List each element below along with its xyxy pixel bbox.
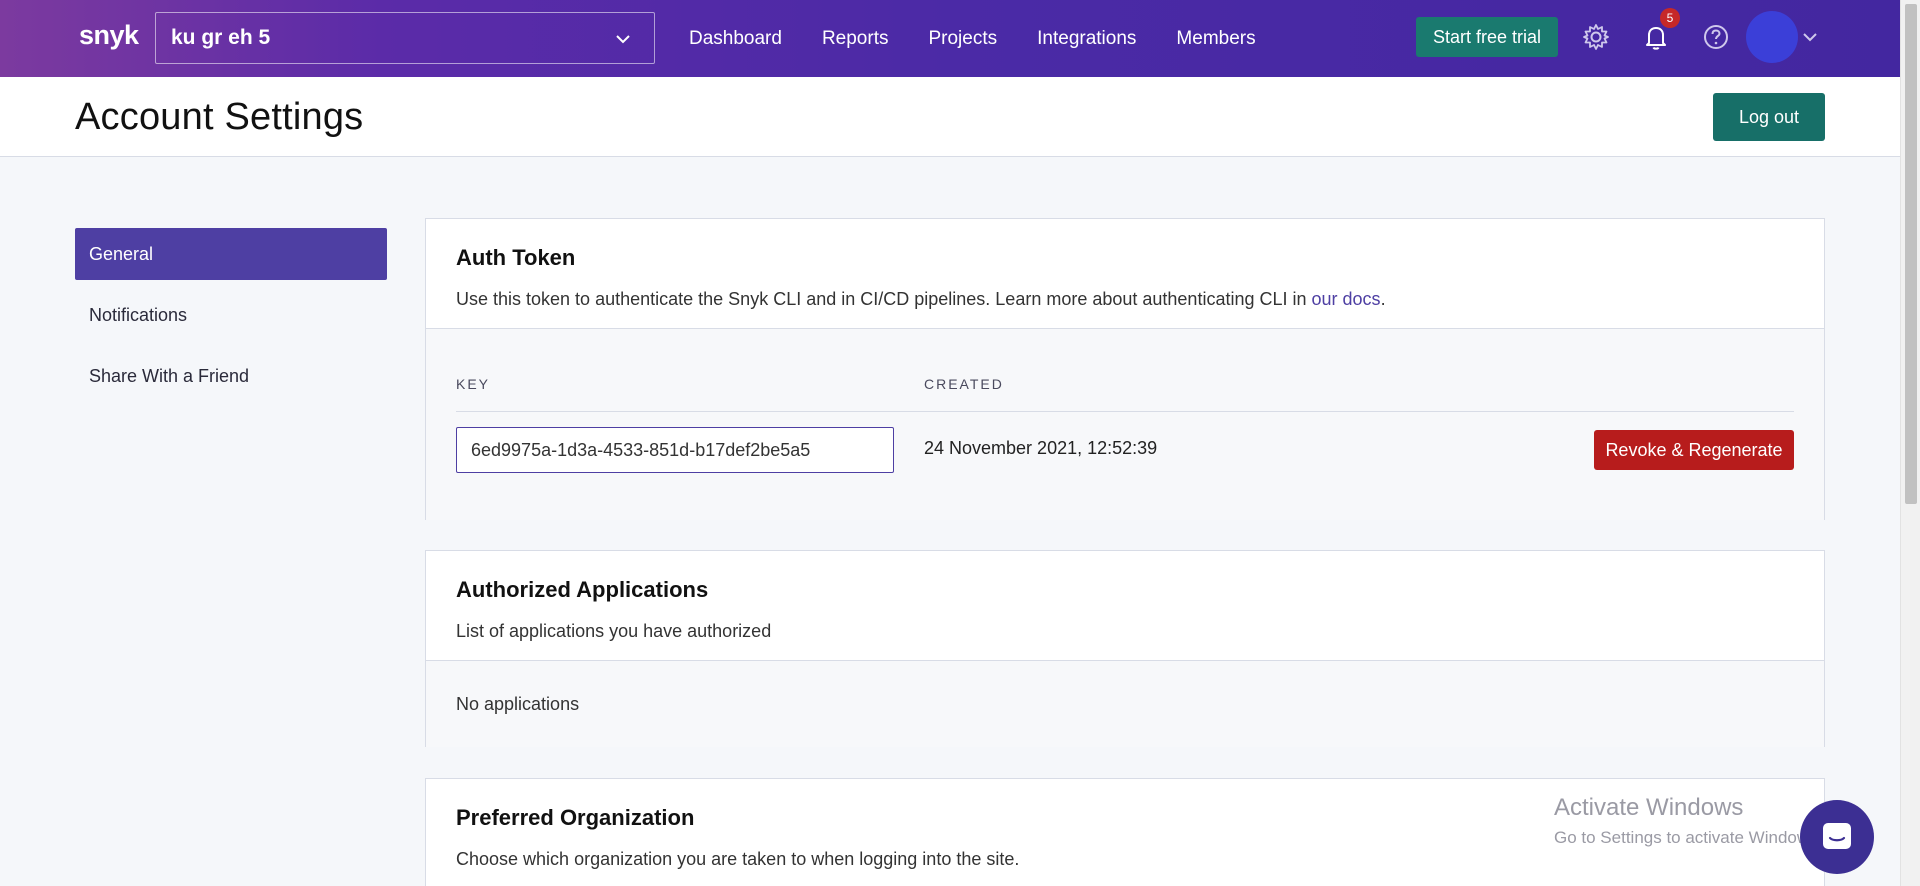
page-scrollbar[interactable] <box>1900 0 1920 886</box>
page-header: Account Settings Log out <box>0 77 1900 157</box>
avatar[interactable] <box>1746 11 1798 63</box>
our-docs-link[interactable]: our docs <box>1312 289 1381 309</box>
auth-token-body: KEY CREATED 24 November 2021, 12:52:39 R… <box>426 328 1824 520</box>
nav-reports[interactable]: Reports <box>822 28 889 50</box>
chevron-down-icon[interactable] <box>1801 28 1819 46</box>
created-column-header: CREATED <box>924 376 1004 392</box>
auth-token-card: Auth Token Use this token to authenticat… <box>425 218 1825 520</box>
activate-windows-watermark: Activate Windows Go to Settings to activ… <box>1554 794 1822 848</box>
authorized-applications-title: Authorized Applications <box>456 577 709 602</box>
org-name: ku gr eh 5 <box>171 26 271 49</box>
chat-launcher-button[interactable] <box>1800 800 1874 874</box>
nav-dashboard[interactable]: Dashboard <box>689 28 782 50</box>
top-nav-bar: snyk ku gr eh 5 Dashboard Reports Projec… <box>0 0 1900 77</box>
sidebar-item-notifications[interactable]: Notifications <box>75 289 387 341</box>
nav-members[interactable]: Members <box>1176 28 1255 50</box>
preferred-organization-title: Preferred Organization <box>456 805 695 830</box>
authorized-applications-card: Authorized Applications List of applicat… <box>425 550 1825 747</box>
nav-projects[interactable]: Projects <box>928 28 997 50</box>
authorized-applications-body: No applications <box>426 660 1824 747</box>
no-applications-text: No applications <box>456 694 580 714</box>
key-column-header: KEY <box>456 376 491 392</box>
main-nav: Dashboard Reports Projects Integrations … <box>689 0 1296 77</box>
auth-token-title: Auth Token <box>456 245 576 270</box>
sidebar-item-general[interactable]: General <box>75 228 387 280</box>
chat-icon <box>1823 823 1851 849</box>
authorized-applications-description: List of applications you have authorized <box>456 621 772 641</box>
nav-integrations[interactable]: Integrations <box>1037 28 1136 50</box>
chevron-down-icon <box>616 35 630 44</box>
notification-count-badge: 5 <box>1660 8 1680 28</box>
watermark-line-2: Go to Settings to activate Windows. <box>1554 828 1823 847</box>
org-selector[interactable]: ku gr eh 5 <box>155 12 655 64</box>
log-out-button[interactable]: Log out <box>1713 93 1825 141</box>
gear-icon[interactable] <box>1581 22 1611 52</box>
page-title: Account Settings <box>75 96 364 138</box>
help-icon[interactable] <box>1701 22 1731 52</box>
auth-token-key-input[interactable] <box>456 427 894 473</box>
sidebar-item-share-with-a-friend[interactable]: Share With a Friend <box>75 350 387 402</box>
scrollbar-thumb[interactable] <box>1905 4 1917 504</box>
preferred-organization-description: Choose which organization you are taken … <box>456 849 1020 869</box>
watermark-line-1: Activate Windows <box>1554 794 1744 821</box>
divider <box>456 411 1794 412</box>
auth-token-description: Use this token to authenticate the Snyk … <box>456 289 1386 309</box>
revoke-regenerate-button[interactable]: Revoke & Regenerate <box>1594 430 1794 470</box>
start-free-trial-button[interactable]: Start free trial <box>1416 17 1558 57</box>
token-created-date: 24 November 2021, 12:52:39 <box>924 438 1158 458</box>
snyk-logo[interactable]: snyk <box>79 20 139 51</box>
